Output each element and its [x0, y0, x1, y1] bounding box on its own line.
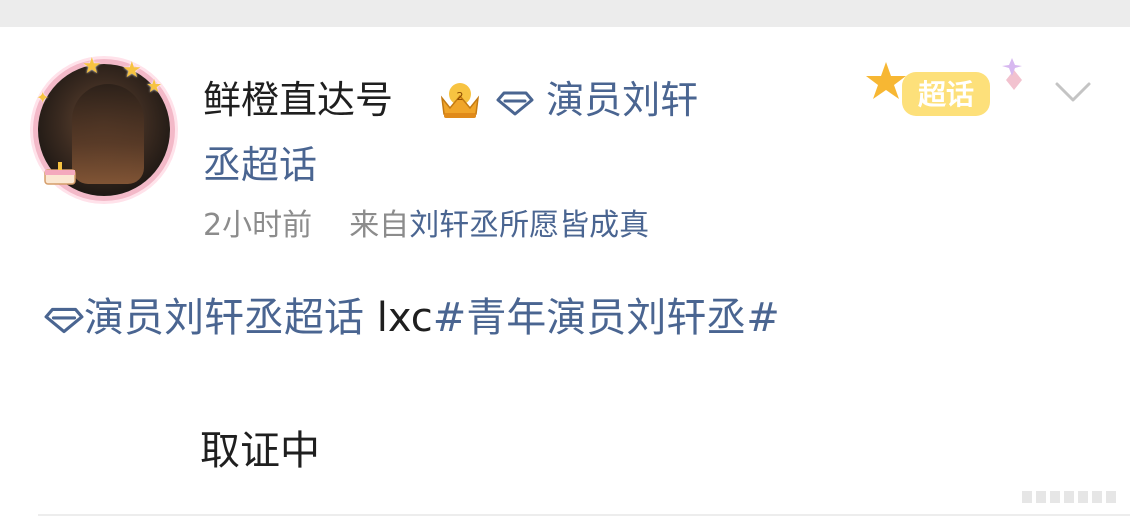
content-text: lxc: [364, 295, 433, 341]
supertopic-link-continued[interactable]: 丞超话: [203, 143, 317, 187]
divider: [38, 514, 1130, 516]
top-strip: [0, 0, 1130, 27]
star-icon: ✦: [36, 88, 50, 107]
avatar[interactable]: ★ ★ ★ ✦: [36, 56, 170, 196]
supertopic-badge-icon[interactable]: 超话: [862, 52, 1034, 132]
post-content: 演员刘轩丞超话 lxc#青年演员刘轩丞#: [44, 293, 780, 343]
watermark-icon: [1022, 491, 1116, 503]
supertopic-link-label: 演员刘轩: [546, 78, 699, 122]
cake-icon: [44, 162, 76, 185]
svg-text:2: 2: [457, 90, 464, 103]
source-prefix: 来自: [349, 208, 410, 243]
diamond-icon: [44, 307, 84, 334]
star-icon: ★: [146, 76, 163, 97]
content-supertopic-link[interactable]: 演员刘轩丞超话: [84, 295, 364, 341]
username[interactable]: 鲜橙直达号: [203, 78, 393, 122]
star-icon: ★: [82, 54, 102, 79]
source-link[interactable]: 刘轩丞所愿皆成真: [409, 208, 649, 243]
supertopic-badge-label: 超话: [918, 78, 974, 111]
supertopic-link[interactable]: 演员刘轩: [496, 78, 698, 122]
crown-icon: 2: [440, 83, 480, 118]
content-hashtag-link[interactable]: #青年演员刘轩丞#: [433, 295, 780, 341]
avatar-photo: [72, 84, 144, 184]
post-body: 取证中: [200, 428, 320, 474]
post-time: 2小时前: [203, 208, 313, 243]
diamond-icon: [496, 91, 534, 115]
chevron-down-icon[interactable]: [1054, 80, 1092, 104]
star-icon: ★: [122, 58, 142, 83]
post-meta: 2小时前 来自刘轩丞所愿皆成真: [203, 206, 649, 246]
